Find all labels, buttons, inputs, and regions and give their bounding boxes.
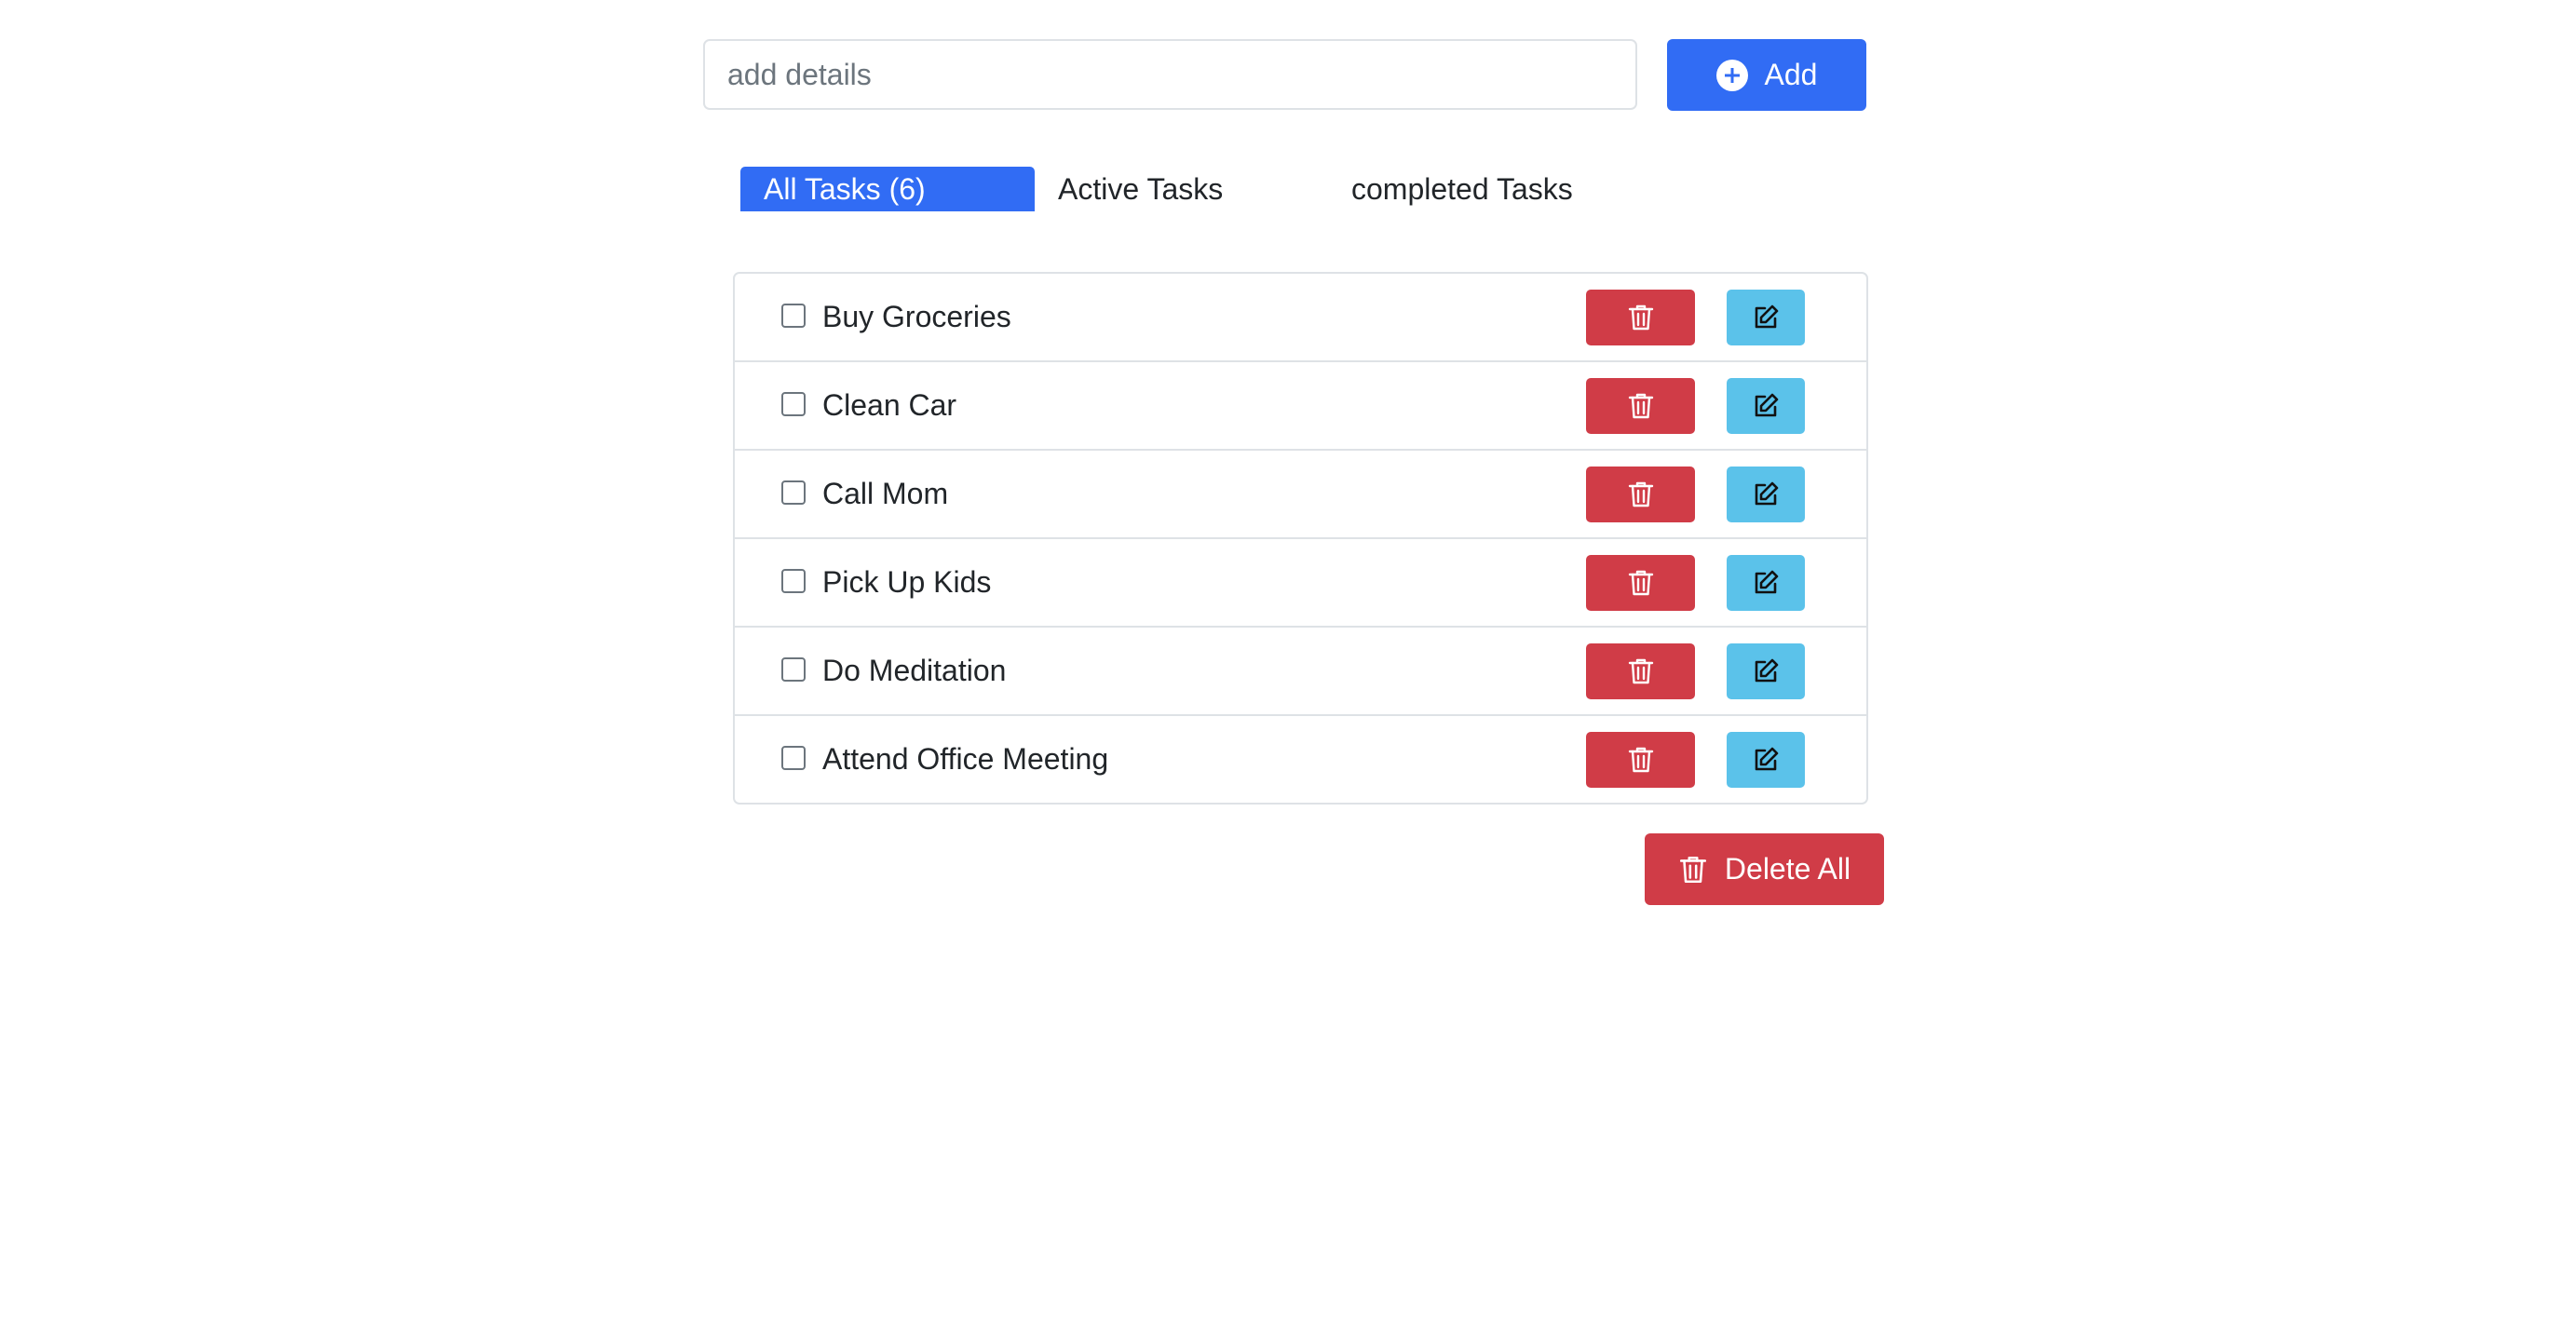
trash-icon: [1627, 568, 1655, 598]
task-details-input[interactable]: [703, 39, 1637, 110]
todo-app: Add All Tasks (6) Active Tasks completed…: [0, 0, 2576, 1339]
task-label: Attend Office Meeting: [822, 742, 1109, 776]
delete-task-button[interactable]: [1586, 731, 1695, 788]
edit-icon: [1751, 568, 1781, 598]
task-checkbox[interactable]: [781, 480, 806, 505]
edit-task-button[interactable]: [1727, 731, 1805, 788]
plus-circle-icon: [1715, 59, 1748, 91]
trash-icon: [1627, 303, 1655, 332]
edit-task-button[interactable]: [1727, 377, 1805, 434]
task-row: Do Meditation: [735, 626, 1866, 714]
task-row: Call Mom: [735, 449, 1866, 537]
add-button[interactable]: Add: [1667, 39, 1866, 111]
add-task-row: Add: [703, 39, 1867, 112]
delete-task-button[interactable]: [1586, 554, 1695, 611]
delete-task-button[interactable]: [1586, 642, 1695, 699]
tab-active-tasks[interactable]: Active Tasks: [1058, 167, 1223, 211]
trash-icon: [1627, 745, 1655, 775]
tab-completed-tasks[interactable]: completed Tasks: [1351, 167, 1573, 211]
trash-icon: [1627, 480, 1655, 509]
edit-icon: [1751, 391, 1781, 421]
add-button-label: Add: [1764, 58, 1818, 91]
edit-task-button[interactable]: [1727, 466, 1805, 522]
tab-all-tasks[interactable]: All Tasks (6): [740, 167, 1035, 211]
task-checkbox[interactable]: [781, 303, 806, 328]
task-label: Buy Groceries: [822, 300, 1011, 333]
edit-icon: [1751, 303, 1781, 332]
edit-task-button[interactable]: [1727, 289, 1805, 345]
trash-icon: [1627, 391, 1655, 421]
task-checkbox[interactable]: [781, 391, 806, 416]
task-checkbox[interactable]: [781, 656, 806, 682]
task-row: Pick Up Kids: [735, 537, 1866, 626]
task-label: Call Mom: [822, 477, 949, 510]
edit-icon: [1751, 480, 1781, 509]
delete-task-button[interactable]: [1586, 377, 1695, 434]
task-row: Clean Car: [735, 360, 1866, 449]
delete-all-label: Delete All: [1724, 852, 1851, 886]
task-list: Buy Groceries Clean Car Call Mom Pick Up…: [733, 272, 1868, 805]
trash-icon: [1678, 854, 1708, 886]
edit-task-button[interactable]: [1727, 554, 1805, 611]
task-label: Clean Car: [822, 388, 957, 422]
delete-task-button[interactable]: [1586, 289, 1695, 345]
task-row: Attend Office Meeting: [735, 714, 1866, 803]
task-checkbox[interactable]: [781, 745, 806, 770]
task-filter-tabs: All Tasks (6) Active Tasks completed Tas…: [740, 167, 1858, 211]
delete-task-button[interactable]: [1586, 466, 1695, 522]
edit-icon: [1751, 745, 1781, 775]
edit-task-button[interactable]: [1727, 642, 1805, 699]
task-label: Do Meditation: [822, 654, 1007, 687]
task-checkbox[interactable]: [781, 568, 806, 593]
task-row: Buy Groceries: [735, 274, 1866, 360]
task-label: Pick Up Kids: [822, 565, 992, 599]
trash-icon: [1627, 656, 1655, 686]
edit-icon: [1751, 656, 1781, 686]
delete-all-button[interactable]: Delete All: [1645, 833, 1884, 905]
